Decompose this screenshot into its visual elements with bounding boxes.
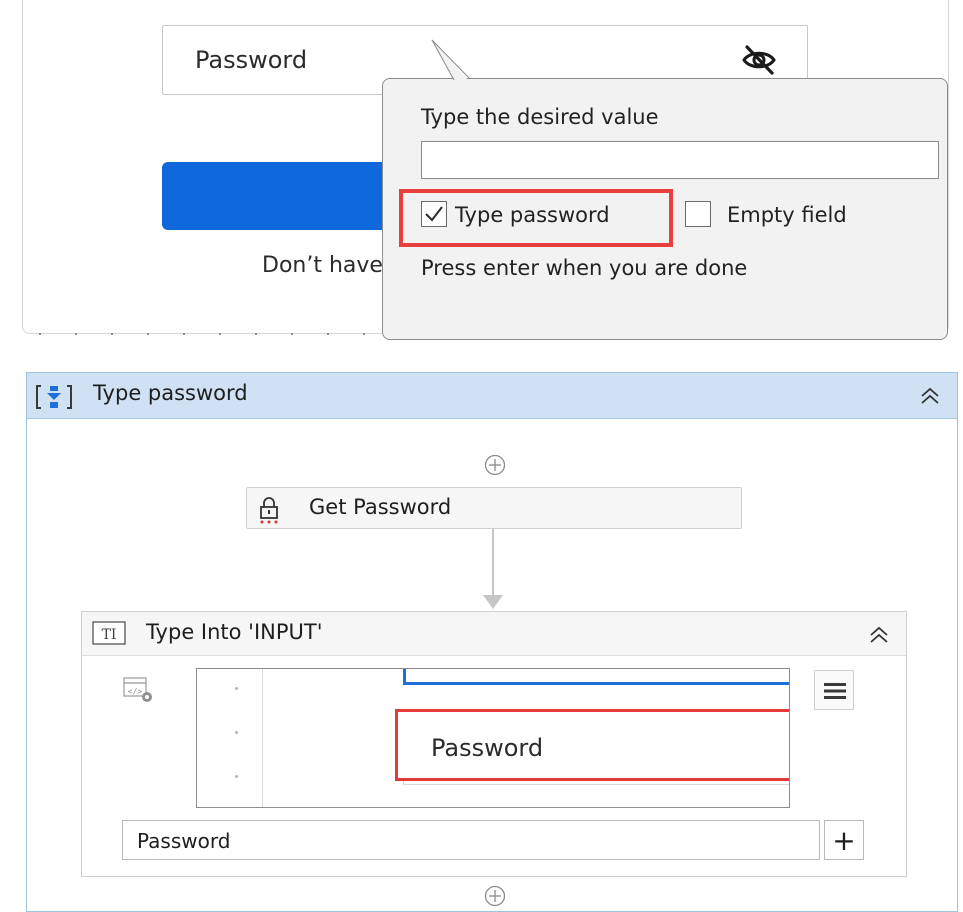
empty-field-checkbox[interactable] bbox=[685, 201, 711, 227]
svg-text:</>: </> bbox=[128, 687, 143, 696]
desired-value-input[interactable] bbox=[421, 141, 939, 179]
collapse-icon[interactable] bbox=[919, 385, 941, 407]
sequence-panel: Type password Get Password TI Type Into … bbox=[26, 372, 958, 912]
type-password-label[interactable]: Type password bbox=[455, 203, 610, 227]
sign-in-button[interactable] bbox=[162, 162, 402, 230]
sequence-title: Type password bbox=[93, 381, 248, 405]
type-into-value-field[interactable]: Password bbox=[122, 820, 820, 860]
activity-type-into: TI Type Into 'INPUT' </> Password Passwo… bbox=[81, 611, 907, 877]
sequence-header[interactable]: Type password bbox=[27, 373, 957, 419]
target-selector-icon[interactable]: </> bbox=[122, 676, 154, 704]
type-into-icon: TI bbox=[92, 621, 126, 645]
callout-pointer bbox=[431, 39, 471, 82]
callout-hint: Press enter when you are done bbox=[421, 256, 748, 280]
svg-text:TI: TI bbox=[102, 627, 117, 643]
checkmark-icon bbox=[425, 206, 443, 222]
preview-rail bbox=[197, 669, 263, 807]
flow-connector bbox=[492, 529, 494, 597]
activity-label: Get Password bbox=[309, 495, 452, 519]
empty-field-label[interactable]: Empty field bbox=[727, 203, 847, 227]
activity-get-password[interactable]: Get Password bbox=[246, 487, 742, 529]
password-placeholder: Password bbox=[195, 46, 308, 74]
collapse-icon[interactable] bbox=[868, 624, 890, 646]
type-into-header[interactable]: TI Type Into 'INPUT' bbox=[82, 612, 906, 656]
preview-input-text: Password bbox=[431, 734, 544, 762]
rail-dot bbox=[235, 731, 238, 734]
card-divider-dots bbox=[22, 333, 402, 335]
type-into-title: Type Into 'INPUT' bbox=[146, 620, 323, 644]
eye-slash-icon[interactable] bbox=[741, 44, 777, 76]
add-value-button[interactable]: + bbox=[824, 820, 864, 860]
lock-icon bbox=[260, 497, 278, 524]
sequence-icon bbox=[36, 385, 72, 409]
rail-dot bbox=[235, 687, 238, 690]
element-preview[interactable]: Password bbox=[196, 668, 790, 808]
rail-dot bbox=[235, 775, 238, 778]
value-field-text: Password bbox=[137, 829, 231, 853]
hamburger-menu-icon bbox=[824, 683, 846, 699]
preview-element-outline bbox=[403, 669, 789, 685]
callout-title: Type the desired value bbox=[421, 105, 659, 129]
type-password-checkbox[interactable] bbox=[421, 201, 447, 227]
arrow-down-icon bbox=[483, 595, 503, 609]
value-callout: Type the desired value Type password Emp… bbox=[382, 78, 948, 340]
add-activity-icon[interactable] bbox=[484, 454, 506, 476]
options-menu-button[interactable] bbox=[814, 670, 854, 710]
